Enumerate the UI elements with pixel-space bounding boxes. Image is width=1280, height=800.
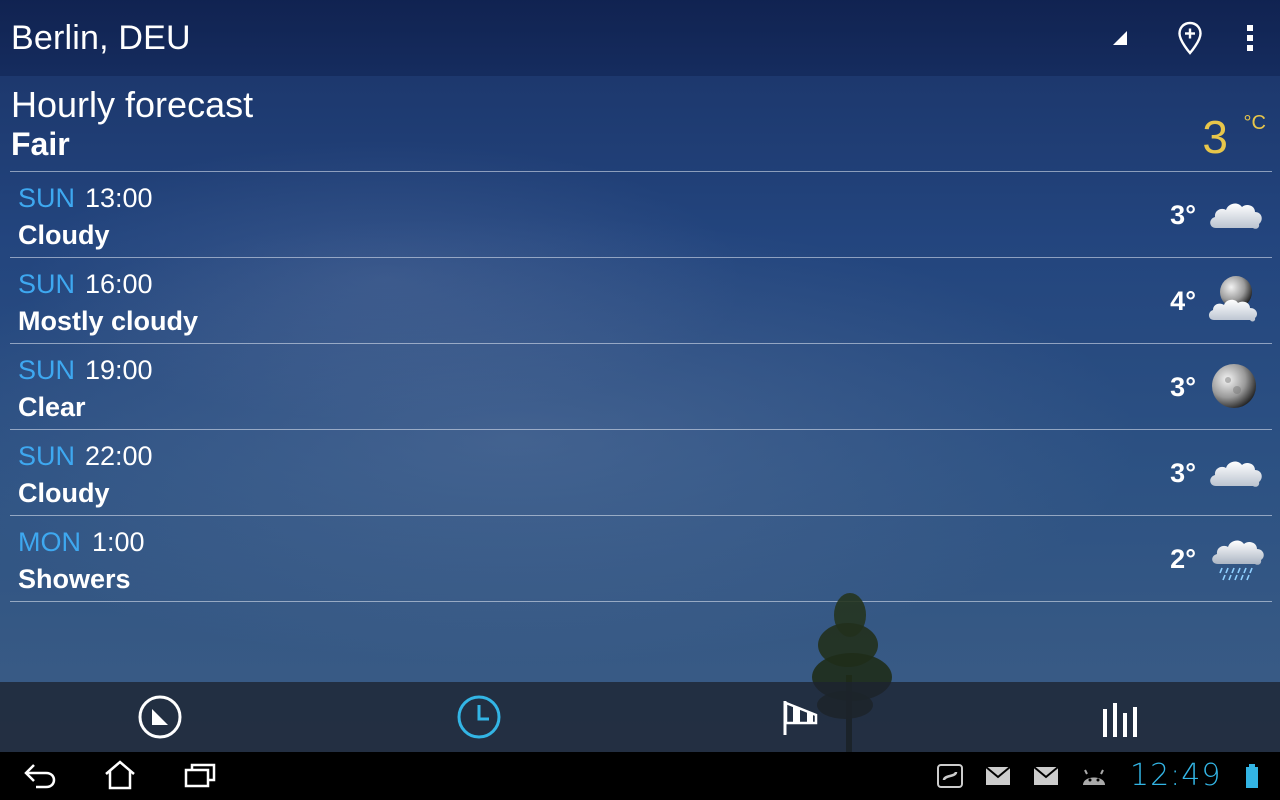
- battery-icon[interactable]: [1244, 764, 1260, 788]
- recent-apps-icon: [183, 761, 217, 794]
- add-location-icon[interactable]: [1172, 20, 1208, 56]
- action-bar: Berlin, DEU: [0, 0, 1280, 76]
- location-dropdown-icon[interactable]: [1110, 28, 1130, 48]
- tab-bar: [0, 682, 1280, 752]
- cloud-icon: [1206, 188, 1266, 240]
- mail-icon[interactable]: [1032, 764, 1060, 788]
- location-title[interactable]: Berlin, DEU: [11, 19, 191, 58]
- forecast-day: SUN: [18, 183, 76, 213]
- system-clock[interactable]: 12:49: [1130, 758, 1221, 793]
- windsock-icon: [776, 693, 824, 746]
- back-button[interactable]: [18, 758, 62, 796]
- forecast-time: 13:00: [85, 183, 153, 213]
- forecast-day: MON: [18, 527, 81, 557]
- system-bar: 12:49: [0, 752, 1280, 800]
- forecast-temperature: 3°: [1170, 372, 1196, 402]
- forecast-day: SUN: [18, 441, 76, 471]
- clock-icon: [455, 693, 503, 746]
- android-icon[interactable]: [1080, 764, 1108, 788]
- forecast-day: SUN: [18, 269, 76, 299]
- forecast-condition: Showers: [18, 564, 131, 594]
- forecast-time: 1:00: [92, 527, 145, 557]
- forecast-condition: Cloudy: [18, 220, 110, 250]
- forecast-condition: Mostly cloudy: [18, 306, 199, 336]
- current-condition: Fair: [11, 126, 70, 162]
- forecast-time: 19:00: [85, 355, 153, 385]
- hourly-forecast-list: SUN 13:00 Cloudy 3° SUN 16:00 Mostly clo…: [10, 171, 1272, 602]
- section-title: Hourly forecast: [11, 84, 254, 125]
- compass-icon: [136, 693, 184, 746]
- forecast-row[interactable]: SUN 22:00 Cloudy 3°: [10, 429, 1272, 515]
- home-button[interactable]: [98, 758, 142, 796]
- forecast-time: 22:00: [85, 441, 153, 471]
- current-temperature: 3: [1202, 111, 1228, 163]
- forecast-condition: Cloudy: [18, 478, 110, 508]
- bars-icon: [1097, 693, 1145, 746]
- overflow-menu-icon[interactable]: [1232, 20, 1268, 56]
- app-notification-icon[interactable]: [936, 764, 964, 788]
- forecast-temperature: 4°: [1170, 286, 1196, 316]
- recent-apps-button[interactable]: [178, 758, 222, 796]
- moon-cloud-icon: [1206, 274, 1266, 326]
- forecast-row[interactable]: SUN 13:00 Cloudy 3°: [10, 171, 1272, 257]
- forecast-condition: Clear: [18, 392, 86, 422]
- forecast-temperature: 3°: [1170, 458, 1196, 488]
- forecast-row[interactable]: SUN 16:00 Mostly cloudy 4°: [10, 257, 1272, 343]
- hourly-tab[interactable]: [452, 692, 506, 746]
- forecast-row[interactable]: SUN 19:00 Clear 3°: [10, 343, 1272, 429]
- home-icon: [103, 759, 137, 795]
- forecast-temperature: 3°: [1170, 200, 1196, 230]
- moon-icon: [1206, 360, 1266, 412]
- current-conditions-tab[interactable]: [133, 692, 187, 746]
- cloud-icon: [1206, 446, 1266, 498]
- wind-tab[interactable]: [773, 692, 827, 746]
- rain-cloud-icon: [1206, 532, 1266, 584]
- forecast-time: 16:00: [85, 269, 153, 299]
- forecast-row[interactable]: MON 1:00 Showers 2°: [10, 515, 1272, 602]
- forecast-day: SUN: [18, 355, 76, 385]
- mail-icon[interactable]: [984, 764, 1012, 788]
- back-icon: [22, 761, 58, 794]
- forecast-temperature: 2°: [1170, 544, 1196, 574]
- temperature-unit: °C: [1243, 112, 1266, 134]
- daily-tab[interactable]: [1094, 692, 1148, 746]
